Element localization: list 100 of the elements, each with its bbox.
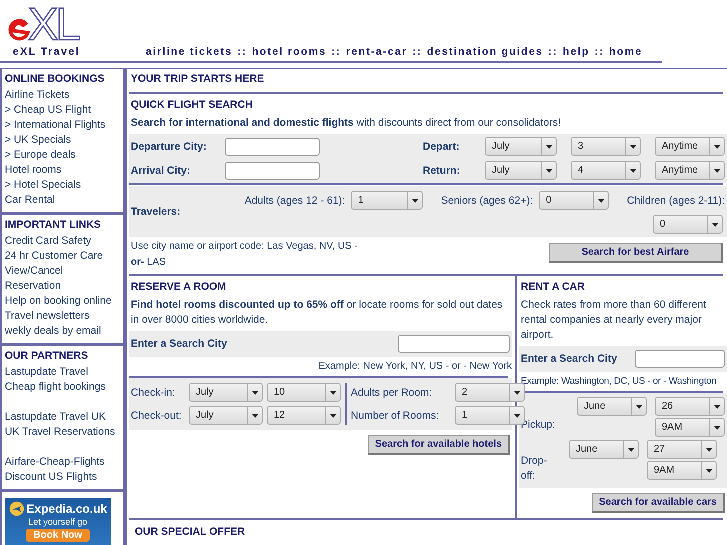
field-label: Number of Rooms: [351,410,440,422]
caret-icon [252,414,258,418]
caret-icon [714,426,720,430]
sidebar-link[interactable]: > Cheap US Flight [5,103,122,118]
sidebar-link[interactable]: Hotel rooms [5,163,122,178]
sidebar-link[interactable]: Lastupdate Travel [5,365,122,380]
caret-icon [628,448,634,452]
dropdown[interactable]: 3 [571,137,641,156]
intro-text: Search for international and domestic flights with discounts direct from our consolidators! [130,116,562,131]
sidebar-link[interactable]: Discount US Flights [5,470,122,485]
nav-link[interactable]: help [563,46,590,58]
site-name: eXL Travel [12,46,82,58]
city-field[interactable] [398,335,510,353]
sidebar-heading: OUR PARTNERS [5,349,90,364]
dropdown[interactable]: July [189,383,263,402]
search-airfare-button[interactable]: Search for best Airfare [549,243,723,263]
section-heading: RENT A CAR [520,280,586,295]
caret-icon [630,144,636,148]
caret-icon [714,168,720,172]
nav-separator: :: [412,46,422,58]
search-cars-button[interactable]: Search for available cars [592,493,725,513]
caret-icon [712,222,718,226]
arrival-city-field[interactable] [225,162,320,180]
nav-link[interactable]: home [609,46,643,58]
dropdown[interactable]: July [189,406,263,425]
nav-link[interactable]: destination guides [427,46,544,58]
caret-icon [514,414,520,418]
sidebar-link[interactable]: Car Rental [5,193,122,208]
caret-icon [636,404,642,408]
banner-tagline: Let yourself go [28,517,88,527]
ad-banner[interactable]: Expedia.co.uk Let yourself go Book Now [5,498,111,545]
plane-icon [8,501,25,517]
dropdown[interactable]: 1 [455,406,525,425]
section-heading: YOUR TRIP STARTS HERE [130,72,266,87]
dropdown[interactable]: 0 [539,191,610,210]
sidebar-link[interactable]: Reservation [5,279,122,294]
sidebar-link[interactable]: > Europe deals [5,148,122,163]
field-label: Adults per Room: [351,386,434,398]
sidebar-link[interactable]: > UK Specials [5,133,122,148]
section-heading: OUR SPECIAL OFFER [134,525,246,540]
sidebar-link[interactable]: Airline Tickets [5,88,122,103]
caret-icon [706,448,712,452]
dropdown[interactable]: 12 [267,406,341,425]
dropdown[interactable]: 26 [655,397,725,416]
caret-icon [714,144,720,148]
nav-link[interactable]: rent-a-car [346,46,408,58]
dropdown[interactable]: June [569,440,639,459]
logo-text: XL [28,4,78,44]
dropdown[interactable]: 10 [267,383,341,402]
nav-separator: :: [548,46,558,58]
search-hotels-button[interactable]: Search for available hotels [368,435,510,455]
caret-icon [714,404,720,408]
nav-separator: :: [238,46,248,58]
field-label: Check-in: [131,386,176,398]
caret-icon [630,168,636,172]
dropdown[interactable]: Anytime [655,137,725,156]
dropdown[interactable]: 9AM [655,418,725,437]
dropdown[interactable]: 2 [455,383,525,402]
banner-brand: Expedia.co.uk [26,502,108,516]
sidebar-link[interactable]: View/Cancel [5,264,122,279]
sidebar-link[interactable]: UK Travel Reservations [5,425,122,440]
sidebar-heading: ONLINE BOOKINGS [5,72,106,87]
field-label: Seniors (ages 62+): [441,194,534,206]
field-label: Depart: [423,140,461,152]
dropdown[interactable]: 4 [571,161,641,180]
field-label: Check-out: [131,410,183,422]
hint-text: Use city name or airport code: Las Vegas, NV, US - or- LAS [130,240,359,270]
sidebar-link[interactable]: Lastupdate Travel UK [5,410,122,425]
sidebar-link[interactable]: wekly deals by email [5,324,122,339]
field-label: Arrival City: [131,164,192,176]
dropdown[interactable]: June [577,397,647,416]
caret-icon [412,198,419,202]
dropdown[interactable]: 0 [653,215,723,234]
field-label: Drop-off: [521,454,548,484]
dropdown[interactable]: July [485,161,557,180]
sidebar-heading: IMPORTANT LINKS [5,218,102,233]
caret-icon [546,144,552,148]
sidebar-link[interactable]: 24 hr Customer Care [5,249,122,264]
dropdown[interactable]: Anytime [655,161,725,180]
sidebar-link[interactable]: Travel newsletters [5,309,122,324]
field-label: Travelers: [131,206,182,218]
nav-link[interactable]: airline tickets [146,46,233,58]
dropdown[interactable]: 9AM [647,461,717,480]
sidebar-link[interactable]: Help on booking online [5,294,122,309]
caret-icon [330,414,336,418]
city-field[interactable] [635,350,725,368]
sidebar-link[interactable]: Airfare-Cheap-Flights [5,455,122,470]
field-label: Adults (ages 12 - 61): [244,194,346,206]
sidebar-link[interactable]: > International Flights [5,118,122,133]
dropdown[interactable]: July [485,137,557,156]
dropdown[interactable]: 1 [351,191,424,210]
swirl-icon [8,19,30,41]
nav-link[interactable]: hotel rooms [252,46,327,58]
sidebar-link[interactable]: Cheap flight bookings [5,380,122,395]
example-text: Example: New York, NY, US - or - New York [318,360,512,374]
dropdown[interactable]: 27 [647,440,717,459]
sidebar-link[interactable]: Credit Card Safety [5,234,122,249]
caret-icon [706,468,712,472]
sidebar-link[interactable]: > Hotel Specials [5,178,122,193]
departure-city-field[interactable] [225,138,320,156]
